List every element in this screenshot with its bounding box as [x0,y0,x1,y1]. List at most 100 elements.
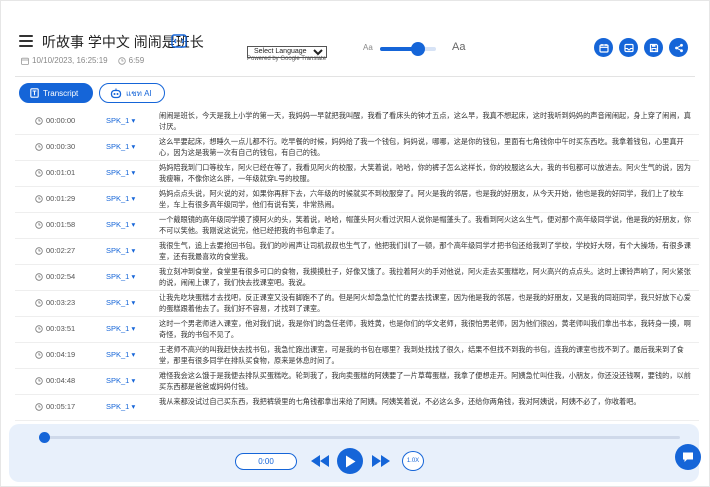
transcript-row[interactable]: 00:01:58 SPK_1 ▾ 一个戴眼镜的高年级同学摸了摸阿火的头，笑着说，哈哈… [15,213,699,239]
robot-icon [110,88,122,98]
play-icon [346,455,356,467]
transcript-text: 我很生气，追上去要抢回书包。我们的吵闹声让司机叔叔也生气了，他把我们训了一顿，那… [159,241,691,261]
transcript-icon [30,88,39,98]
speaker-dropdown[interactable]: SPK_1 ▾ [106,272,135,281]
timestamp[interactable]: 00:00:00 [35,116,75,125]
transcript-row[interactable]: 00:01:01 SPK_1 ▾ 妈妈陪我到门口等校车，阿火已经在等了，我看见阿火的… [15,161,699,187]
fast-forward-icon [372,455,390,467]
share-button[interactable] [669,38,688,57]
transcript-text: 闹闹是班长，今天是我上小学的第一天，我妈妈一早就把我叫醒，我看了看床头的钟才五点… [159,111,691,131]
speaker-dropdown[interactable]: SPK_1 ▾ [106,376,135,385]
speaker-dropdown[interactable]: SPK_1 ▾ [106,298,135,307]
transcript-row[interactable]: 00:02:54 SPK_1 ▾ 我立刻冲到食堂，食堂里有很多可口的食物，我摸摸肚子… [15,265,699,291]
timestamp-label: 00:03:51 [46,324,76,333]
timestamp[interactable]: 00:01:58 [35,220,75,229]
chevron-down-icon: ▾ [129,246,136,255]
chevron-down-icon: ▾ [129,402,136,411]
speaker-label: SPK_1 [106,272,130,281]
transcript-row[interactable]: 00:01:29 SPK_1 ▾ 妈妈点点头说，阿火说的对，如果你再胖下去，六年级的… [15,187,699,213]
clock-icon [35,298,43,307]
speaker-dropdown[interactable]: SPK_1 ▾ [106,168,135,177]
clock-icon [35,246,43,255]
transcript-text: 王老师不高兴的叫我赶快去找书包，我急忙跑出课室，可是我的书包在哪里？我到处找找了… [159,345,684,365]
font-size-slider[interactable] [380,42,436,56]
recording-meta: 10/10/2023, 16:25:19 6:59 [21,56,144,65]
chevron-down-icon: ▾ [129,376,136,385]
timestamp[interactable]: 00:02:27 [35,246,75,255]
speaker-dropdown[interactable]: SPK_1 ▾ [106,194,135,203]
timestamp[interactable]: 00:01:01 [35,168,75,177]
transcript-text: 这时一个男老师进入课室，他对我们说，我是你们的急任老师，我姓黄，也是你们的华文老… [159,319,691,339]
timestamp[interactable]: 00:03:23 [35,298,75,307]
chevron-down-icon: ▾ [129,324,136,333]
timestamp[interactable]: 00:01:29 [35,194,75,203]
timestamp-label: 00:01:29 [46,194,76,203]
transcript-row[interactable]: 00:04:19 SPK_1 ▾ 王老师不高兴的叫我赶快去找书包，我急忙跑出课室，可… [15,343,699,369]
chevron-down-icon: ▾ [129,142,136,151]
speaker-dropdown[interactable]: SPK_1 ▾ [106,246,135,255]
font-size-slider-thumb[interactable] [411,42,426,56]
tab-transcript-label: Transcript [43,88,79,98]
transcript-list[interactable]: 00:00:00 SPK_1 ▾ 闹闹是班长，今天是我上小学的第一天，我妈妈一早就把… [15,109,699,424]
speaker-label: SPK_1 [106,350,130,359]
timestamp-label: 00:02:54 [46,272,76,281]
transcript-row[interactable]: 00:04:48 SPK_1 ▾ 难怪我会这么饿于是我便去排队买蛋糕吃。轮到我了，我… [15,369,699,395]
font-size-large-label: Aa [452,41,466,53]
speaker-dropdown[interactable]: SPK_1 ▾ [106,350,135,359]
menu-icon[interactable] [19,35,33,47]
transcript-text: 难怪我会这么饿于是我便去排队买蛋糕吃。轮到我了，我向卖蛋糕的阿姨要了一片草莓蛋糕… [159,371,691,391]
timestamp[interactable]: 00:04:48 [35,376,75,385]
transcript-row[interactable]: 00:05:17 SPK_1 ▾ 我从来都没试过自己买东西，我把裤袋里的七角钱都拿出… [15,395,699,421]
timestamp[interactable]: 00:02:54 [35,272,75,281]
chat-button[interactable] [675,444,701,470]
timestamp[interactable]: 00:04:19 [35,350,75,359]
rewind-button[interactable] [311,452,329,470]
speaker-dropdown[interactable]: SPK_1 ▾ [106,324,135,333]
timestamp[interactable]: 00:00:30 [35,142,75,151]
share-icon [674,43,683,52]
timestamp-label: 00:04:48 [46,376,76,385]
speaker-label: SPK_1 [106,324,130,333]
inbox-icon [623,43,634,52]
transcript-row[interactable]: 00:00:00 SPK_1 ▾ 闹闹是班长，今天是我上小学的第一天，我妈妈一早就把… [15,109,699,135]
play-button[interactable] [337,448,363,474]
inbox-button[interactable] [619,38,638,57]
timestamp-label: 00:05:17 [46,402,76,411]
playback-speed-button[interactable]: 1.0X [402,451,424,471]
clock-icon [35,402,43,411]
tab-transcript[interactable]: Transcript [19,83,93,103]
tab-ai-chat[interactable]: แชท AI [99,83,165,103]
speaker-dropdown[interactable]: SPK_1 ▾ [106,220,135,229]
recording-date: 10/10/2023, 16:25:19 [32,56,108,65]
timestamp-label: 00:00:00 [46,116,76,125]
speaker-label: SPK_1 [106,246,130,255]
speaker-dropdown[interactable]: SPK_1 ▾ [106,402,135,411]
speaker-dropdown[interactable]: SPK_1 ▾ [106,116,135,125]
chevron-down-icon: ▾ [129,350,136,359]
speaker-label: SPK_1 [106,220,130,229]
timestamp[interactable]: 00:03:51 [35,324,75,333]
timestamp[interactable]: 00:05:17 [35,402,75,411]
transcript-row[interactable]: 00:03:51 SPK_1 ▾ 这时一个男老师进入课室，他对我们说，我是你们的急任… [15,317,699,343]
rewind-icon [311,455,329,467]
clock-icon [35,194,43,203]
fast-forward-button[interactable] [372,452,390,470]
timestamp-label: 00:01:01 [46,168,76,177]
progress-knob[interactable] [39,432,50,443]
calendar-button[interactable] [594,38,613,57]
code-icon[interactable] [171,34,187,48]
clock-icon [35,220,43,229]
powered-by-google: Powered by Google Translate [247,56,327,62]
audio-player: 0:00 1.0X [9,424,699,482]
clock-icon [35,324,43,333]
transcript-row[interactable]: 00:00:30 SPK_1 ▾ 这么早要起床，想睡久一点儿都不行。吃早餐的时候，妈… [15,135,699,161]
transcript-row[interactable]: 00:03:23 SPK_1 ▾ 让我先吃块蛋糕才去找吧，反正课室又没有脚跑不了的。… [15,291,699,317]
clock-icon [35,142,43,151]
chevron-down-icon: ▾ [129,298,136,307]
progress-bar[interactable] [39,432,680,443]
save-button[interactable] [644,38,663,57]
speaker-label: SPK_1 [106,116,130,125]
speaker-dropdown[interactable]: SPK_1 ▾ [106,142,135,151]
transcript-text: 一个戴眼镜的高年级同学摸了摸阿火的头，笑着说，哈哈，帽蓬头阿火看过沢阳人说你是帽… [159,215,691,235]
transcript-row[interactable]: 00:02:27 SPK_1 ▾ 我很生气，追上去要抢回书包。我们的吵闹声让司机叔叔… [15,239,699,265]
